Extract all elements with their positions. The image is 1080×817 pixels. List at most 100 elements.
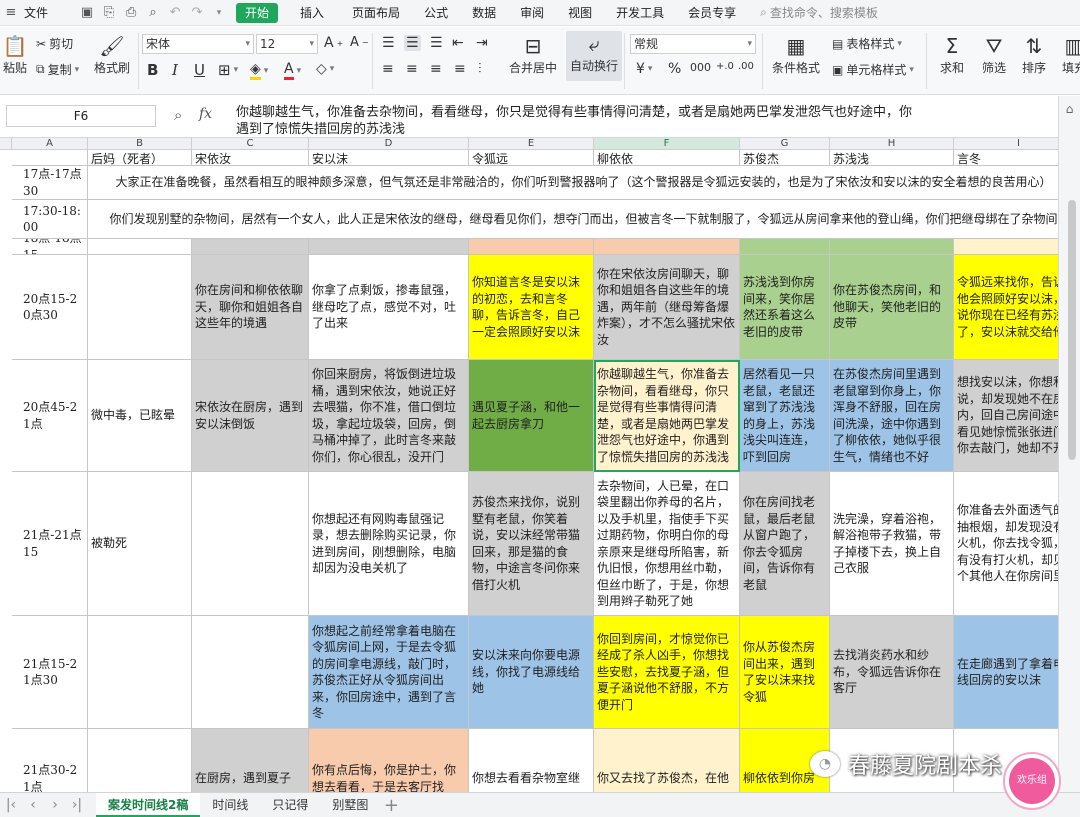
font-size-select[interactable]: 12 ▾: [256, 34, 318, 54]
tab-formula[interactable]: 公式: [412, 0, 460, 26]
wrap-text-button[interactable]: ⤶ 自动换行: [566, 31, 622, 81]
conditional-format-button[interactable]: ▦ 条件格式: [766, 33, 826, 76]
table-cell[interactable]: 你拿了点剩饭，掺毒鼠强，继母吃了点，感觉不对，吐了出来: [309, 255, 469, 360]
table-cell[interactable]: [88, 616, 192, 729]
clear-button[interactable]: ◇ ▾: [316, 61, 334, 77]
table-cell[interactable]: 你又去找了苏俊杰，在他: [594, 729, 740, 792]
cell-style-button[interactable]: ▣ 单元格样式 ▾: [832, 61, 914, 78]
table-cell[interactable]: 你有点后悔，你是护士，你想去看看，于是去客厅找: [309, 729, 469, 792]
print-icon[interactable]: ⎙: [120, 0, 142, 26]
table-cell[interactable]: 你在房间和柳依依聊天，聊你和姐姐各自这些年的境遇: [192, 255, 309, 360]
menu-icon[interactable]: ≡: [0, 0, 22, 26]
tab-developer[interactable]: 开发工具: [604, 0, 676, 26]
table-cell[interactable]: [594, 239, 740, 255]
align-middle-button[interactable]: ☰: [404, 35, 421, 51]
decimal-increase-button[interactable]: +.0: [716, 61, 734, 72]
time-cell[interactable]: 20点45-21点: [12, 360, 88, 472]
column-header[interactable]: G: [740, 138, 830, 150]
indent-decrease-button[interactable]: ⇤: [452, 35, 464, 51]
sheet-tab-3[interactable]: 别墅图: [320, 793, 380, 817]
next-sheet-icon[interactable]: ›: [44, 797, 66, 813]
table-cell[interactable]: 遇见夏子涵，和他一起去厨房拿刀: [469, 360, 594, 472]
time-cell[interactable]: 18点-18点15: [12, 239, 88, 255]
select-all-corner[interactable]: [0, 138, 12, 150]
table-cell[interactable]: [740, 239, 830, 255]
column-title-cell[interactable]: 后妈（死者）: [88, 150, 192, 166]
vertical-scrollbar[interactable]: [1068, 200, 1076, 460]
tab-member[interactable]: 会员专享: [676, 0, 748, 26]
table-cell[interactable]: 安以沫来向你要电源线，你找了电源线给她: [469, 616, 594, 729]
fill-button[interactable]: ▥ 填充: [1056, 33, 1080, 76]
table-cell[interactable]: 你想起之前经常拿着电脑在令狐房间上网，于是去令狐的房间拿电源线，敲门时，苏俊杰正…: [309, 616, 469, 729]
justify-button[interactable]: ≡: [454, 61, 466, 77]
time-cell[interactable]: 21点15-21点30: [12, 616, 88, 729]
currency-button[interactable]: ¥ ▾: [636, 61, 652, 77]
prev-sheet-icon[interactable]: ‹: [22, 797, 44, 813]
selected-cell[interactable]: 你越聊越生气，你准备去杂物间，看看继母，你只是觉得有些事情得问清楚，或者是扇她两…: [594, 360, 740, 472]
tab-data[interactable]: 数据: [460, 0, 508, 26]
tab-review[interactable]: 审阅: [508, 0, 556, 26]
table-style-button[interactable]: ▤ 表格样式 ▾: [832, 35, 902, 52]
table-cell[interactable]: 你想起还有网购毒鼠强记录，想去删除购买记录，你进到房间，刚想删除，电脑却因为没电…: [309, 472, 469, 616]
table-cell[interactable]: [192, 239, 309, 255]
table-cell[interactable]: [192, 616, 309, 729]
column-title-cell[interactable]: 苏浅浅: [830, 150, 954, 166]
side-pane-select-icon[interactable]: ⌂: [1059, 102, 1080, 116]
table-cell[interactable]: 去杂物间，人已晕，在口袋里翻出你养母的名片，以及手机里，指使手下买过期药物，你明…: [594, 472, 740, 616]
indent-increase-button[interactable]: ⇥: [476, 35, 488, 51]
time-cell[interactable]: 20点15-20点30: [12, 255, 88, 360]
table-cell[interactable]: [469, 239, 594, 255]
column-title-cell[interactable]: 安以沫: [309, 150, 469, 166]
table-cell[interactable]: 被勒死: [88, 472, 192, 616]
bold-button[interactable]: B: [147, 61, 158, 79]
name-box[interactable]: F6: [6, 105, 156, 127]
table-cell[interactable]: 你回到房间，才惊觉你已经成了杀人凶手，你想找些安慰，去找夏子涵，但夏子涵说他不舒…: [594, 616, 740, 729]
cut-button[interactable]: ✂ 剪切: [36, 35, 73, 52]
table-cell[interactable]: 你想去看看杂物室继: [469, 729, 594, 792]
paste-button[interactable]: 📋 粘贴: [0, 33, 30, 76]
preview-icon[interactable]: ⌕: [142, 0, 164, 26]
align-center-button[interactable]: ≡: [406, 61, 418, 77]
column-header[interactable]: A: [12, 138, 88, 150]
column-header[interactable]: H: [830, 138, 954, 150]
column-title-cell[interactable]: 柳依依: [594, 150, 740, 166]
table-cell[interactable]: 去找消炎药水和纱布，令狐远告诉你在客厅: [830, 616, 954, 729]
table-cell[interactable]: 你从苏俊杰房间出来，遇到了安以沫来找令狐: [740, 616, 830, 729]
time-cell[interactable]: 21点-21点15: [12, 472, 88, 616]
table-cell[interactable]: 在苏俊杰房间里遇到老鼠窜到你身上，你浑身不舒服，回在房间洗澡，途中你遇到了柳依依…: [830, 360, 954, 472]
sheet-tab-2[interactable]: 只记得: [260, 793, 320, 817]
table-cell[interactable]: 洗完澡，穿着浴袍，解浴袍带子救猫，带子掉楼下去，换上自己衣服: [830, 472, 954, 616]
redo-icon[interactable]: ↷: [186, 0, 208, 26]
sort-button[interactable]: ⇅ 排序: [1016, 33, 1052, 76]
spreadsheet-grid[interactable]: A B C D E F G H I 后妈（死者） 宋依汝 安以沫 令狐远 柳依依 苏俊杰 苏浅浅 言冬 17点-1…: [0, 138, 1080, 792]
column-title-cell[interactable]: 苏俊杰: [740, 150, 830, 166]
column-header[interactable]: C: [192, 138, 309, 150]
merged-event-cell[interactable]: 你们发现别墅的杂物间，居然有一个女人，此人正是宋依汝的继母，继母看见你们，想夺门…: [88, 200, 1080, 239]
underline-button[interactable]: U: [194, 61, 205, 79]
tab-page-layout[interactable]: 页面布局: [340, 0, 412, 26]
column-header[interactable]: B: [88, 138, 192, 150]
column-title-cell[interactable]: 令狐远: [469, 150, 594, 166]
sheet-tab-0[interactable]: 案发时间线2稿: [96, 793, 201, 817]
table-cell[interactable]: 你在苏俊杰房间，和他聊天，笑他老旧的皮带: [830, 255, 954, 360]
decimal-decrease-button[interactable]: .00: [738, 61, 754, 72]
format-painter-button[interactable]: 🖌 格式刷: [92, 33, 132, 76]
font-select[interactable]: 宋体 ▾: [142, 34, 254, 54]
column-title-cell[interactable]: 宋依汝: [192, 150, 309, 166]
undo-icon[interactable]: ↶: [164, 0, 186, 26]
number-format-select[interactable]: 常规 ▾: [630, 34, 756, 54]
filter-button[interactable]: ⛛ 筛选: [976, 33, 1012, 76]
column-header[interactable]: F: [594, 138, 740, 150]
table-cell[interactable]: [192, 472, 309, 616]
add-sheet-icon[interactable]: +: [380, 795, 402, 816]
table-cell[interactable]: 你回来厨房，将饭倒进垃圾桶，遇到宋依汝，她说正好去喂猫，你不准，借口倒垃圾，拿起…: [309, 360, 469, 472]
save-icon[interactable]: ▣: [76, 0, 98, 26]
table-cell[interactable]: [309, 239, 469, 255]
fx-icon[interactable]: fx: [199, 106, 212, 122]
column-header[interactable]: D: [309, 138, 469, 150]
merged-event-cell[interactable]: 大家正在准备晚餐，虽然看相互的眼神颇多深意，但气氛还是非常融洽的，你们听到警报器…: [88, 166, 1080, 200]
fill-color-button[interactable]: ◈ ▾: [250, 61, 268, 80]
align-top-button[interactable]: ☰: [382, 35, 395, 51]
table-cell[interactable]: 苏俊杰来找你，说别墅有老鼠，你笑着说，安以沫经常带猫回来，那是猫的食物，中途言冬…: [469, 472, 594, 616]
column-header[interactable]: E: [469, 138, 594, 150]
